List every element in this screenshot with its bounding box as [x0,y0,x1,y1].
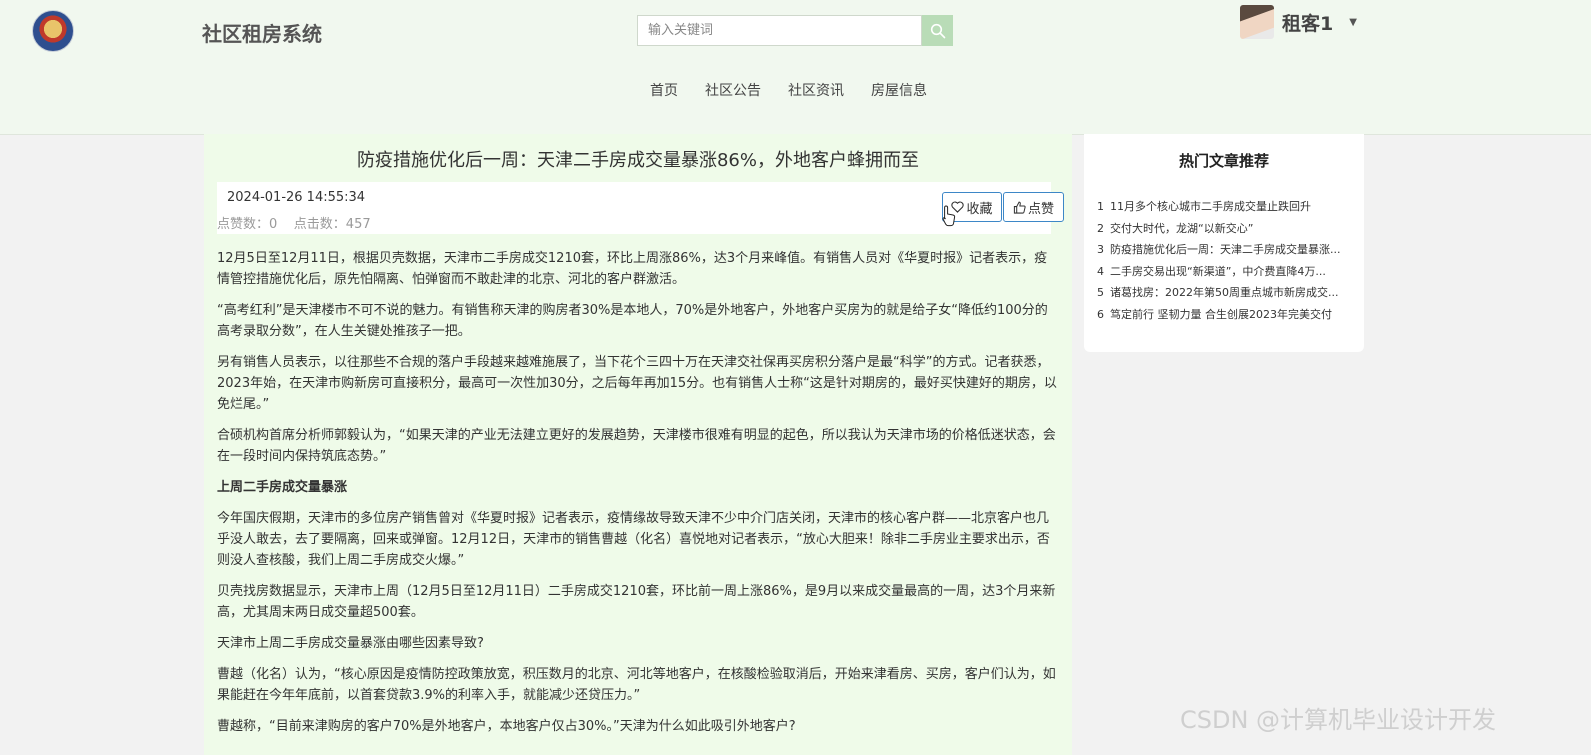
nav-item-announcements[interactable]: 社区公告 [705,80,761,100]
item-number: 6 [1097,307,1104,321]
avatar[interactable] [1240,5,1274,39]
item-link[interactable]: 防疫措施优化后一周：天津二手房成交量暴涨... [1110,243,1341,256]
item-link[interactable]: 11月多个核心城市二手房成交量止跌回升 [1110,200,1311,213]
article-panel: 防疫措施优化后一周：天津二手房成交量暴涨86%，外地客户蜂拥而至 2024-01… [204,134,1072,755]
site-title[interactable]: 社区租房系统 [202,18,322,47]
paragraph: 曹越（化名）认为，“核心原因是疫情防控政策放宽，积压数月的北京、河北等地客户，在… [217,667,1056,703]
chevron-down-icon[interactable]: ▼ [1349,17,1357,28]
item-link[interactable]: 诸葛找房：2022年第50周重点城市新房成交... [1110,286,1338,299]
item-link[interactable]: 交付大时代，龙湖“以新交心” [1110,222,1253,235]
nav-item-housing[interactable]: 房屋信息 [871,80,927,100]
item-number: 4 [1097,264,1104,278]
hot-articles-panel: 热门文章推荐 1 11月多个核心城市二手房成交量止跌回升 2 交付大时代，龙湖“以新… [1084,134,1364,352]
list-item[interactable]: 3 防疫措施优化后一周：天津二手房成交量暴涨... [1097,241,1352,263]
item-number: 2 [1097,221,1104,235]
paragraph: 天津市上周二手房成交量暴涨由哪些因素导致? [217,636,484,651]
article-stats: 点赞数：0 点击数：457 [217,217,371,232]
hot-articles-list: 1 11月多个核心城市二手房成交量止跌回升 2 交付大时代，龙湖“以新交心” 3 防疫… [1097,198,1352,327]
like-label: 点赞 [1027,201,1054,217]
search-icon [930,23,945,38]
nav-item-news[interactable]: 社区资讯 [788,80,844,100]
paragraph: 12月5日至12月11日，根据贝壳数据，天津市二手房成交1210套，环比上周涨8… [217,251,1048,287]
paragraph: 贝壳找房数据显示，天津市上周（12月5日至12月11日）二手房成交1210套，环… [217,584,1056,620]
watermark: CSDN @计算机毕业设计开发 [1180,706,1497,734]
article-body: 12月5日至12月11日，根据贝壳数据，天津市二手房成交1210套，环比上周涨8… [217,248,1057,747]
list-item[interactable]: 1 11月多个核心城市二手房成交量止跌回升 [1097,198,1352,220]
paragraph: 今年国庆假期，天津市的多位房产销售曾对《华夏时报》记者表示，疫情缘故导致天津不少… [217,511,1050,568]
item-number: 1 [1097,200,1104,213]
list-item[interactable]: 4 二手房交易出现“新渠道”，中介费直降4万... [1097,263,1352,285]
search-input[interactable] [637,15,922,46]
item-link[interactable]: 二手房交易出现“新渠道”，中介费直降4万... [1110,265,1326,278]
like-button[interactable]: 点赞 [1003,192,1064,222]
article-meta: 2024-01-26 14:55:34 点赞数：0 点击数：457 收藏 点赞 [217,182,1064,234]
item-number: 3 [1097,243,1104,256]
article-date: 2024-01-26 14:55:34 [227,190,366,205]
hot-articles-title: 热门文章推荐 [1178,152,1269,170]
paragraph: 另有销售人员表示，以往那些不合规的落户手段越来越难施展了，当下花个三四十万在天津… [217,355,1057,412]
list-item[interactable]: 5 诸葛找房：2022年第50周重点城市新房成交... [1097,284,1352,306]
thumbs-up-icon [1013,201,1026,214]
search-button[interactable] [922,15,953,46]
article-title: 防疫措施优化后一周：天津二手房成交量暴涨86%，外地客户蜂拥而至 [356,150,919,171]
paragraph: 曹越称，“目前来津购房的客户70%是外地客户，本地客户仅占30%。”天津为什么如… [217,719,796,734]
list-item[interactable]: 6 笃定前行 坚韧力量 合生创展2023年完美交付 [1097,306,1352,328]
list-item[interactable]: 2 交付大时代，龙湖“以新交心” [1097,220,1352,242]
nav-item-home[interactable]: 首页 [650,80,678,100]
main-nav: 首页 社区公告 社区资讯 房屋信息 [650,80,927,100]
user-name[interactable]: 租客1 [1282,9,1333,36]
site-logo[interactable] [32,10,74,52]
paragraph: 合硕机构首席分析师郭毅认为，“如果天津的产业无法建立更好的发展趋势，天津楼市很难… [217,428,1056,464]
paragraph: “高考红利”是天津楼市不可不说的魅力。有销售称天津的购房者30%是本地人，70%… [217,303,1048,339]
item-link[interactable]: 笃定前行 坚韧力量 合生创展2023年完美交付 [1110,308,1332,321]
favorite-label: 收藏 [966,201,993,217]
mouse-cursor-icon [942,205,956,227]
top-header: 社区租房系统 租客1 ▼ 首页 社区公告 社区资讯 房屋信息 [0,0,1591,135]
item-number: 5 [1097,286,1104,299]
section-heading: 上周二手房成交量暴涨 [217,480,348,495]
user-menu[interactable]: 租客1 ▼ [1240,2,1357,42]
